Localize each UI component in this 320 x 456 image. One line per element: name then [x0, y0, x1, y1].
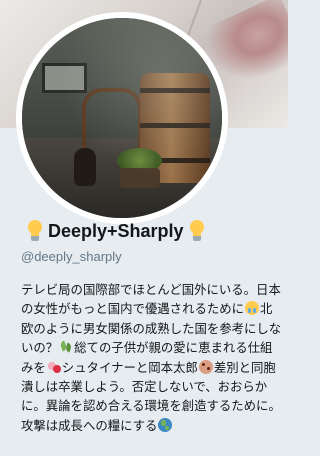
bio-text: テレビ局の国際部でほとんど国外にいる。日本の女性がもっと国内で優遇されるために — [21, 282, 281, 317]
light-bulb-icon — [188, 220, 206, 242]
crying-face-icon — [245, 301, 260, 316]
bio-text: シュタイナーと岡本太郎 — [61, 359, 198, 375]
cookie-icon — [198, 359, 213, 374]
light-bulb-icon — [26, 220, 44, 242]
avatar-light — [22, 18, 222, 218]
profile-bio: テレビ局の国際部でほとんど国外にいる。日本の女性がもっと国内で優遇されるために北… — [21, 280, 283, 435]
display-name-row: Deeply+Sharply — [26, 219, 206, 243]
user-handle[interactable]: @deeply_sharply — [21, 249, 122, 264]
herb-icon — [59, 340, 73, 354]
avatar[interactable] — [22, 18, 222, 218]
globe-icon — [158, 417, 173, 432]
revolving-hearts-icon — [47, 360, 61, 374]
display-name: Deeply+Sharply — [48, 220, 184, 241]
